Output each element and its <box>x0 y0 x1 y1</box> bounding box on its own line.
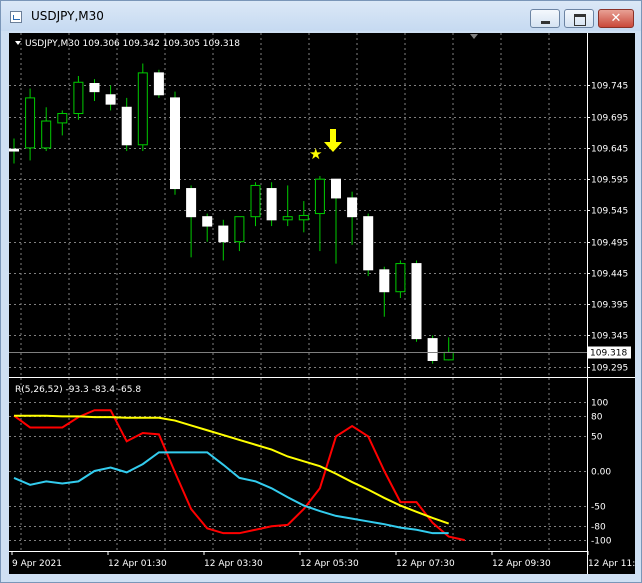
candle-body <box>105 94 116 105</box>
price-tick-label: 109.345 <box>591 332 628 342</box>
candle-body <box>137 72 148 146</box>
chart-shift-marker-icon[interactable] <box>470 34 478 39</box>
window-title: USDJPY,M30 <box>31 9 104 23</box>
candle-body <box>153 72 164 96</box>
candle-body <box>25 97 36 149</box>
candle-body <box>266 188 277 221</box>
candle-body <box>9 148 19 152</box>
price-panel-header: USDJPY,M30 109.306 109.342 109.305 109.3… <box>25 39 240 49</box>
candles <box>9 63 454 364</box>
indicator-tick-label: 0.00 <box>591 468 611 478</box>
indicator-tick-label: 80 <box>591 413 603 423</box>
indicator-tick-label: 100 <box>591 399 608 409</box>
candle-body <box>443 351 454 361</box>
candle-body <box>57 113 68 124</box>
indicator-tick-label: 50 <box>591 433 603 443</box>
minimize-button[interactable] <box>530 9 560 28</box>
candle-body <box>379 269 390 293</box>
axes: 109.745 109.695 109.645 109.595 109.545 109.4… <box>11 82 635 569</box>
chart-area[interactable]: 109.745 109.695 109.645 109.595 109.545 109.4… <box>9 33 635 574</box>
candle-body <box>250 184 261 218</box>
candle-body <box>298 214 309 221</box>
chart-canvas[interactable]: 109.745 109.695 109.645 109.595 109.545 109.4… <box>9 33 635 574</box>
mt4-chart-window: USDJPY,M30 ✕ 109.745 109.695 109.645 109.59… <box>0 0 642 583</box>
price-tick-label: 109.745 <box>591 82 628 92</box>
candle-body <box>202 216 213 227</box>
candle-body <box>282 216 293 221</box>
time-tick-label: 12 Apr 03:30 <box>204 559 263 569</box>
candle-body <box>427 338 438 361</box>
price-tick-label: 109.595 <box>591 176 628 186</box>
candle-body <box>234 216 245 243</box>
indicator-line-slow <box>13 451 449 535</box>
candle-body <box>170 97 180 190</box>
indicator-tick-label: -50 <box>591 503 606 513</box>
time-tick-label: 12 Apr 07:30 <box>396 559 455 569</box>
candle-body <box>121 106 132 146</box>
close-button[interactable]: ✕ <box>598 9 634 28</box>
price-tick-label: 109.495 <box>591 239 628 249</box>
current-price-label: 109.318 <box>590 349 627 359</box>
candle-body <box>314 178 325 215</box>
price-tick-label: 109.445 <box>591 270 628 280</box>
candle-body <box>331 178 341 199</box>
candle-body <box>89 83 100 93</box>
grid <box>9 33 587 551</box>
price-tick-label: 109.545 <box>591 207 628 217</box>
candle-body <box>186 188 197 218</box>
indicator-tick-label: -80 <box>591 523 606 533</box>
indicator-line-fast <box>13 409 466 542</box>
time-tick-label: 12 Apr 05:30 <box>300 559 359 569</box>
time-tick-label: 9 Apr 2021 <box>12 559 62 569</box>
candle-body <box>347 197 358 218</box>
title-bar[interactable]: USDJPY,M30 ✕ <box>1 1 641 31</box>
indicator-lines <box>13 409 466 542</box>
restore-button[interactable] <box>564 9 594 28</box>
symbol-menu-icon[interactable] <box>15 41 21 45</box>
time-tick-label: 12 Apr 01:30 <box>108 559 167 569</box>
candle-body <box>218 225 229 243</box>
indicator-tick-label: -100 <box>591 537 612 547</box>
candle-body <box>73 81 84 115</box>
candle-body <box>363 216 374 271</box>
time-tick-label: 12 Apr 11:30 <box>588 559 635 569</box>
close-icon: ✕ <box>610 11 622 26</box>
price-tick-label: 109.295 <box>591 364 628 374</box>
price-tick-label: 109.395 <box>591 301 628 311</box>
candle-body <box>41 120 52 149</box>
price-tick-label: 109.645 <box>591 145 628 155</box>
candle-body <box>395 263 406 293</box>
time-tick-label: 12 Apr 09:30 <box>492 559 551 569</box>
price-tick-label: 109.695 <box>591 114 628 124</box>
chart-window-icon[interactable] <box>10 11 22 23</box>
candle-body <box>411 263 422 340</box>
indicator-panel-header: R(5,26,52) -93.3 -83.4 -65.8 <box>15 385 141 395</box>
star-marker[interactable]: ★ <box>309 145 322 163</box>
